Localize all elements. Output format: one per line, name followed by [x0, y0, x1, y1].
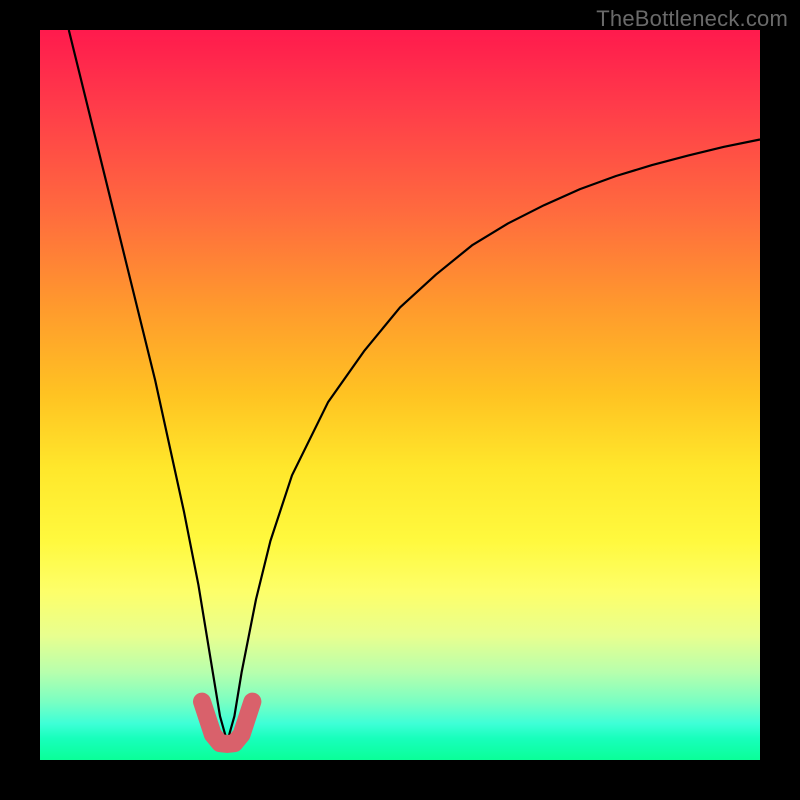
curve-svg [40, 30, 760, 760]
plot-area [40, 30, 760, 760]
optimum-marker [202, 702, 252, 744]
chart-frame: TheBottleneck.com [0, 0, 800, 800]
bottleneck-curve [69, 30, 760, 742]
watermark-label: TheBottleneck.com [596, 6, 788, 32]
